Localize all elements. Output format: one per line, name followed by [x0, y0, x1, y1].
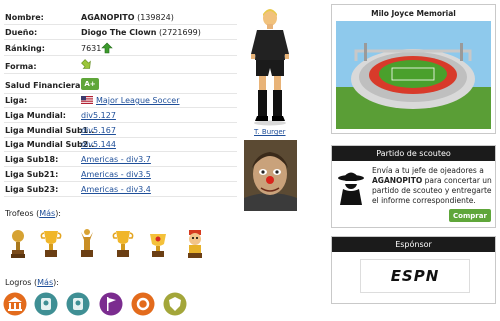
- player-avatar[interactable]: [243, 8, 297, 126]
- spy-icon: [336, 169, 366, 205]
- ring-badge-icon[interactable]: [131, 292, 155, 316]
- world-league-label: Liga Mundial:: [5, 111, 66, 120]
- league-sub23-link[interactable]: Americas - div3.4: [81, 185, 151, 194]
- shield-badge-icon[interactable]: [163, 292, 187, 316]
- medal-badge-icon[interactable]: [66, 292, 90, 316]
- form-label: Forma:: [5, 62, 37, 71]
- mascot-trophy-icon[interactable]: [184, 228, 206, 260]
- name-label: Nombre:: [5, 13, 44, 22]
- medal-badge-icon[interactable]: [34, 292, 58, 316]
- stadium-title: Milo Joyce Memorial: [371, 9, 456, 18]
- cup-trophy-icon[interactable]: [147, 228, 169, 260]
- league-link[interactable]: Major League Soccer: [96, 96, 180, 105]
- stadium-panel: Milo Joyce Memorial: [331, 4, 496, 134]
- league-sub18-label: Liga Sub18:: [5, 155, 59, 164]
- league-sub18-link[interactable]: Americas - div3.7: [81, 155, 151, 164]
- figure-trophy-icon[interactable]: [76, 228, 98, 260]
- sponsor-title: Espónsor: [332, 237, 495, 252]
- scouting-panel: Partido de scouteo Envía a tu jefe de oj…: [331, 145, 496, 228]
- finance-badge: A+: [81, 78, 99, 90]
- achievements-more-link[interactable]: Más: [37, 278, 53, 287]
- ranking-value: 7631: [81, 44, 102, 53]
- league-sub21-link[interactable]: Americas - div3.5: [81, 170, 151, 179]
- sponsor-panel: Espónsor ESPN: [331, 236, 496, 304]
- arrow-up-icon: [101, 42, 113, 54]
- scouting-title: Partido de scouteo: [332, 146, 495, 161]
- achievements-title: Logros (Más):: [5, 278, 59, 287]
- trophies-more-link[interactable]: Más: [39, 209, 55, 218]
- stadium-image[interactable]: [336, 21, 491, 129]
- owner-name: Diogo The Clown: [81, 28, 157, 37]
- league-sub23-label: Liga Sub23:: [5, 185, 59, 194]
- trophy-icon[interactable]: [7, 228, 29, 260]
- owner-label: Dueño:: [5, 28, 38, 37]
- league-sub21-label: Liga Sub21:: [5, 170, 59, 179]
- name-value: AGANOPITO (139824): [81, 13, 174, 22]
- club-name: AGANOPITO: [81, 13, 135, 22]
- owner-value: Diogo The Clown (2721699): [81, 28, 201, 37]
- trainer-name-link[interactable]: T. Burger: [254, 128, 286, 136]
- manager-portrait[interactable]: [244, 140, 297, 211]
- league-label: Liga:: [5, 96, 28, 105]
- owner-id: (2721699): [159, 28, 201, 37]
- world-league-sub1-link[interactable]: div5.167: [81, 126, 116, 135]
- world-league-link[interactable]: div5.127: [81, 111, 116, 120]
- finance-label: Salud Financiera:: [5, 81, 84, 90]
- cup-trophy-icon[interactable]: [40, 228, 62, 260]
- ranking-label: Ránking:: [5, 44, 45, 53]
- trophies-title: Trofeos (Más):: [5, 209, 62, 218]
- world-league-sub2-link[interactable]: div5.144: [81, 140, 116, 149]
- espn-logo-text: ESPN: [390, 267, 440, 285]
- sponsor-logo[interactable]: ESPN: [360, 259, 470, 293]
- us-flag-icon: [81, 96, 93, 104]
- buy-scouting-button[interactable]: Comprar: [449, 209, 491, 222]
- scouting-description: Envía a tu jefe de ojeadores a AGANOPITO…: [372, 166, 492, 205]
- flag-badge-icon[interactable]: [99, 292, 123, 316]
- building-badge-icon[interactable]: [3, 292, 27, 316]
- cup-trophy-icon[interactable]: [112, 228, 134, 260]
- form-arrow-icon: [81, 59, 92, 70]
- club-id: (139824): [137, 13, 174, 22]
